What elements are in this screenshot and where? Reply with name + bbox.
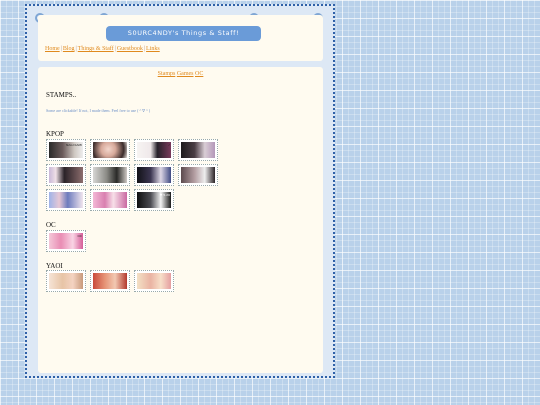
- kpop-stamp-text: NAGI KAMI: [66, 143, 82, 147]
- kpop-stamp-image: [93, 192, 127, 208]
- nav-blog-link[interactable]: Blog: [63, 46, 75, 52]
- yaoi-stamp[interactable]: [90, 270, 130, 292]
- kpop-stamp-image: [181, 142, 215, 158]
- kpop-stamp-image: [49, 167, 83, 183]
- nav-things-link[interactable]: Things & Staff: [78, 46, 114, 52]
- content-card: Stamps Games OC STAMPS.. Some are clicka…: [38, 67, 323, 373]
- section-label-oc: OC: [46, 221, 56, 229]
- kpop-stamp-text: ♥ 5.20: [159, 193, 170, 197]
- tab-oc[interactable]: OC: [195, 71, 203, 77]
- page-title: STAMPS..: [46, 91, 77, 99]
- kpop-stamp-image: [93, 142, 127, 158]
- kpop-stamp-image: NAGI KAMI: [49, 142, 83, 158]
- section-label-kpop: KPOP: [46, 130, 64, 138]
- kpop-stamp[interactable]: NAGI KAMI: [46, 139, 86, 161]
- nav-guestbook-link[interactable]: Guestbook: [117, 46, 143, 52]
- tab-games[interactable]: Games: [177, 71, 194, 77]
- nav-home-link[interactable]: Home: [45, 46, 60, 52]
- kpop-stamp-image: [93, 167, 127, 183]
- nav-links-link[interactable]: Links: [146, 46, 160, 52]
- yaoi-stamp-image: [137, 273, 171, 289]
- kpop-stamp[interactable]: [46, 189, 86, 211]
- yaoi-stamp[interactable]: [46, 270, 86, 292]
- section-label-yaoi: YAOI: [46, 262, 63, 270]
- tab-stamps[interactable]: Stamps: [158, 71, 176, 77]
- kpop-stamp[interactable]: [178, 139, 218, 161]
- kpop-stamp[interactable]: ♪: [134, 139, 174, 161]
- kpop-stamp-image: [49, 192, 83, 208]
- page-frame: S0URC4NDY's Things & Staff! Home|Blog|Th…: [25, 4, 335, 378]
- yaoi-stamp[interactable]: [134, 270, 174, 292]
- section-tabs: Stamps Games OC: [38, 71, 323, 77]
- stamps-note: Some are clickable! If not, I made them.…: [46, 108, 151, 113]
- kpop-stamp-image: ♥ 5.20: [137, 192, 171, 208]
- kpop-stamp-image: [137, 167, 171, 183]
- oc-stamp-image: OC: [49, 233, 83, 249]
- oc-stamp-text: OC: [77, 234, 82, 238]
- kpop-stamp-text: ♪: [168, 143, 170, 147]
- kpop-stamp[interactable]: ♥ 5.20: [134, 189, 174, 211]
- oc-stamp[interactable]: OC: [46, 230, 86, 252]
- kpop-stamp[interactable]: [90, 189, 130, 211]
- kpop-stamp[interactable]: [134, 164, 174, 186]
- kpop-stamp-image: ♪: [137, 142, 171, 158]
- kpop-stamp-image: [181, 167, 215, 183]
- kpop-stamp[interactable]: [46, 164, 86, 186]
- yaoi-stamp-image: [49, 273, 83, 289]
- kpop-stamp[interactable]: [90, 139, 130, 161]
- kpop-stamp[interactable]: [178, 164, 218, 186]
- site-title: S0URC4NDY's Things & Staff!: [106, 26, 261, 41]
- kpop-stamp[interactable]: [90, 164, 130, 186]
- top-nav: Home|Blog|Things & Staff|Guestbook|Links: [45, 46, 160, 52]
- yaoi-stamp-image: [93, 273, 127, 289]
